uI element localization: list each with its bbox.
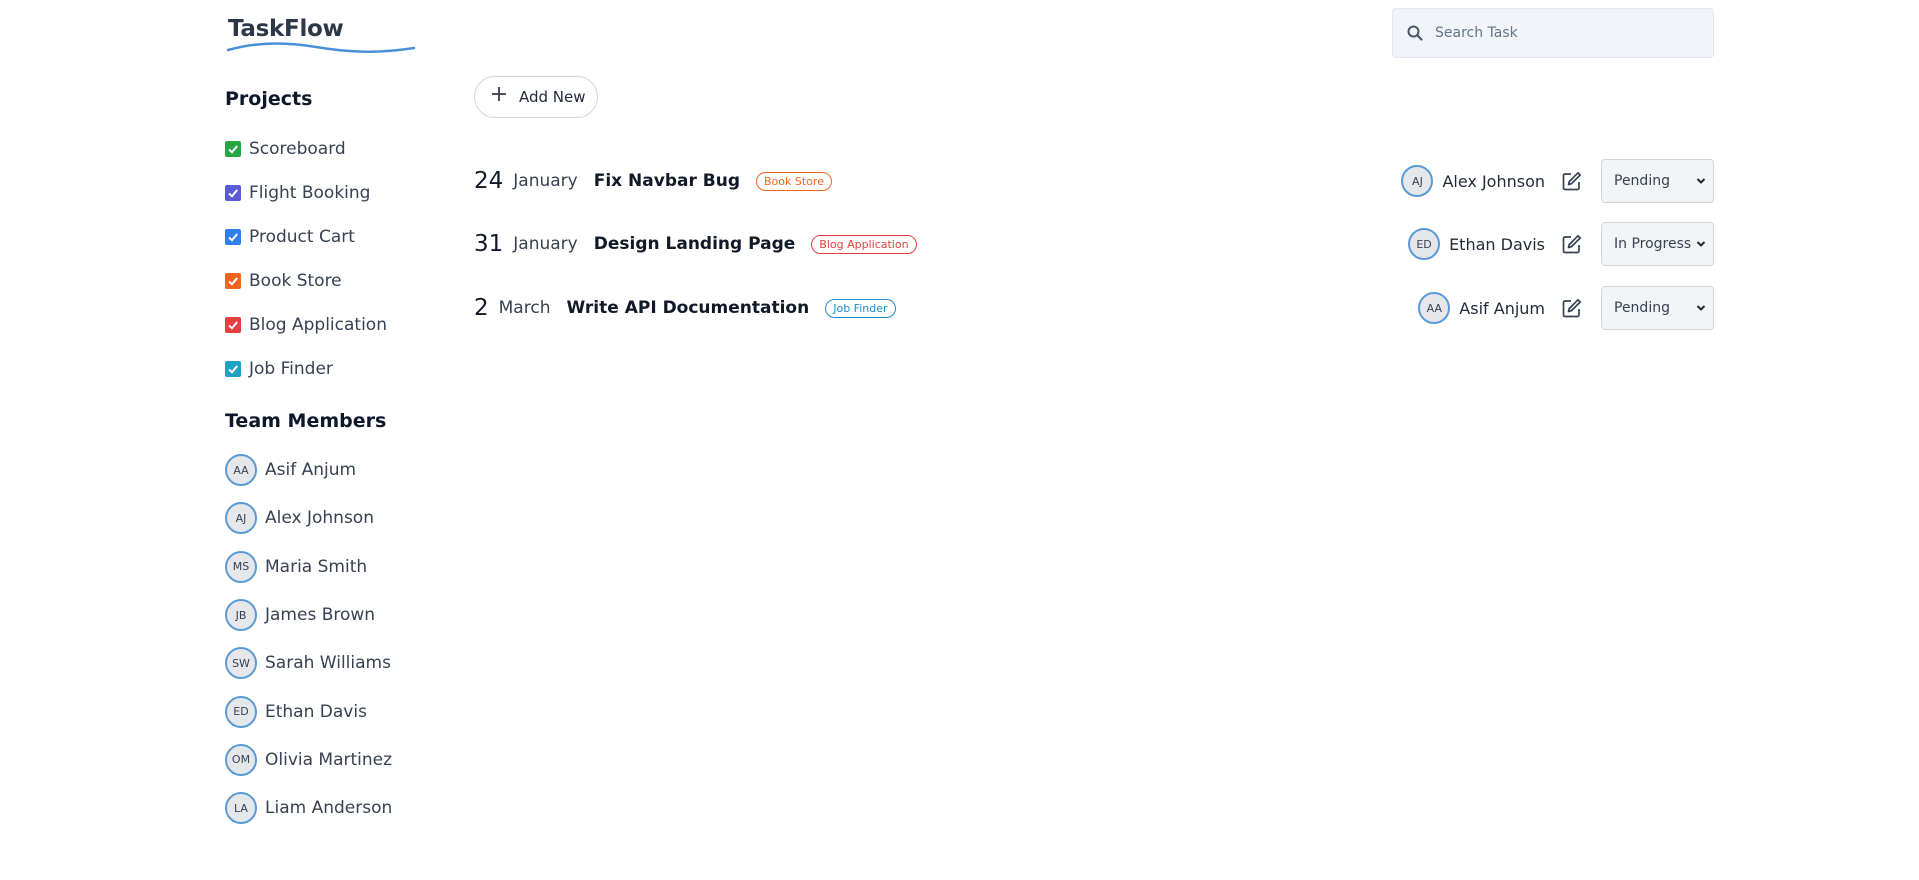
avatar: AA <box>225 454 257 487</box>
member-name: Olivia Martinez <box>265 749 393 770</box>
task-row: 24 January Fix Navbar Bug Book Store AJ … <box>474 158 1714 204</box>
app-logo[interactable]: TaskFlow <box>226 14 416 60</box>
task-day: 31 <box>474 231 504 257</box>
search-box[interactable] <box>1392 8 1714 58</box>
task-day: 24 <box>474 168 504 194</box>
member-name: James Brown <box>265 605 376 626</box>
member-name: Maria Smith <box>265 556 368 577</box>
member-name: Sarah Williams <box>265 653 391 674</box>
project-item[interactable]: Book Store <box>225 259 387 303</box>
task-month: March <box>498 298 551 318</box>
edit-icon[interactable] <box>1561 170 1583 192</box>
task-month: January <box>513 171 578 191</box>
checkbox-checked-icon[interactable] <box>225 229 241 245</box>
checkbox-checked-icon[interactable] <box>225 317 241 333</box>
assignee-avatar: AA <box>1418 292 1451 324</box>
project-item[interactable]: Job Finder <box>225 347 387 391</box>
checkbox-checked-icon[interactable] <box>225 185 241 201</box>
member-name: Liam Anderson <box>265 798 393 819</box>
project-item[interactable]: Scoreboard <box>225 127 387 171</box>
project-item[interactable]: Blog Application <box>225 303 387 347</box>
member-item[interactable]: OM Olivia Martinez <box>225 736 392 784</box>
plus-icon <box>491 85 507 107</box>
member-item[interactable]: MS Maria Smith <box>225 543 392 591</box>
assignee-name: Alex Johnson <box>1442 171 1545 191</box>
assignee-avatar: ED <box>1408 228 1441 260</box>
member-item[interactable]: LA Liam Anderson <box>225 784 392 832</box>
assignee-avatar: AJ <box>1401 165 1434 197</box>
member-item[interactable]: JB James Brown <box>225 591 392 639</box>
task-title: Fix Navbar Bug <box>593 171 741 191</box>
project-label: Flight Booking <box>249 183 371 203</box>
avatar: LA <box>225 792 257 825</box>
member-name: Alex Johnson <box>265 508 374 529</box>
chevron-down-icon <box>1696 241 1706 247</box>
status-value: In Progress <box>1614 236 1692 252</box>
task-project-tag: Job Finder <box>825 298 896 318</box>
chevron-down-icon <box>1696 178 1706 184</box>
search-icon <box>1407 25 1423 41</box>
avatar: JB <box>225 599 257 632</box>
task-title: Write API Documentation <box>566 298 810 318</box>
add-new-button[interactable]: Add New <box>474 76 598 118</box>
edit-icon[interactable] <box>1561 233 1583 255</box>
avatar: SW <box>225 647 257 680</box>
avatar: OM <box>225 743 257 776</box>
project-item[interactable]: Product Cart <box>225 215 387 259</box>
task-row: 2 March Write API Documentation Job Find… <box>474 285 1714 331</box>
task-title: Design Landing Page <box>593 234 796 254</box>
member-item[interactable]: AJ Alex Johnson <box>225 494 392 542</box>
member-item[interactable]: SW Sarah Williams <box>225 639 392 687</box>
search-input[interactable] <box>1435 25 1695 41</box>
assignee-name: Ethan Davis <box>1449 234 1545 254</box>
member-item[interactable]: AA Asif Anjum <box>225 446 392 494</box>
app-title: TaskFlow <box>228 16 344 42</box>
checkbox-checked-icon[interactable] <box>225 361 241 377</box>
chevron-down-icon <box>1696 305 1706 311</box>
status-select[interactable]: Pending <box>1601 286 1714 330</box>
avatar: MS <box>225 550 257 583</box>
project-list: Scoreboard Flight Booking Product Cart B… <box>225 127 387 391</box>
project-label: Job Finder <box>249 359 333 379</box>
status-value: Pending <box>1614 300 1670 316</box>
task-project-tag: Book Store <box>756 171 832 191</box>
projects-title: Projects <box>225 88 313 110</box>
avatar: ED <box>225 695 257 728</box>
status-value: Pending <box>1614 173 1670 189</box>
logo-underline <box>226 42 416 53</box>
task-row: 31 January Design Landing Page Blog Appl… <box>474 221 1714 267</box>
task-month: January <box>513 234 578 254</box>
project-label: Book Store <box>249 271 342 291</box>
add-new-label: Add New <box>519 88 586 106</box>
assignee-name: Asif Anjum <box>1459 298 1545 318</box>
checkbox-checked-icon[interactable] <box>225 141 241 157</box>
project-label: Blog Application <box>249 315 387 335</box>
team-members-title: Team Members <box>225 410 387 432</box>
checkbox-checked-icon[interactable] <box>225 273 241 289</box>
task-project-tag: Blog Application <box>811 234 917 254</box>
project-label: Product Cart <box>249 227 355 247</box>
member-name: Asif Anjum <box>265 460 357 481</box>
avatar: AJ <box>225 502 257 535</box>
status-select[interactable]: In Progress <box>1601 222 1714 266</box>
project-item[interactable]: Flight Booking <box>225 171 387 215</box>
task-day: 2 <box>474 295 489 321</box>
project-label: Scoreboard <box>249 139 346 159</box>
member-item[interactable]: ED Ethan Davis <box>225 687 392 735</box>
edit-icon[interactable] <box>1561 297 1583 319</box>
member-list: AA Asif Anjum AJ Alex Johnson MS Maria S… <box>225 446 392 832</box>
member-name: Ethan Davis <box>265 701 367 722</box>
status-select[interactable]: Pending <box>1601 159 1714 203</box>
